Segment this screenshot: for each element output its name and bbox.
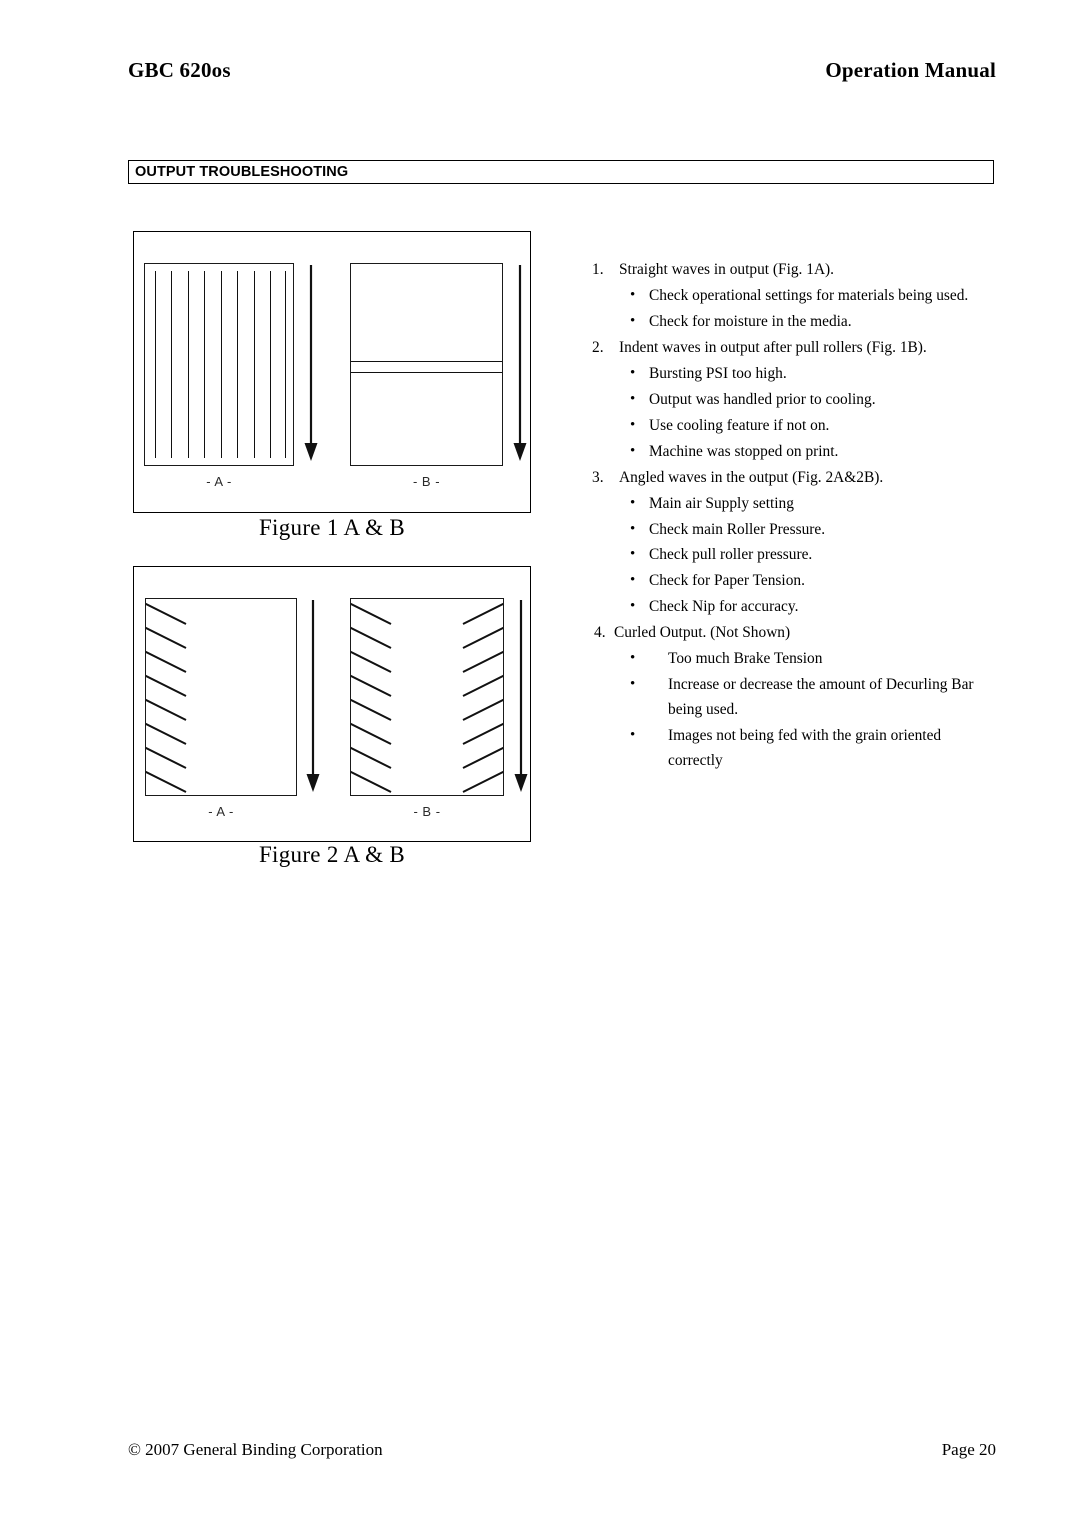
figure-1-panel-b-direction-arrow [511,263,529,468]
bullet-text: Check Nip for accuracy. [649,598,799,616]
bullet-text: Check for Paper Tension. [649,572,805,590]
bullet-text: Use cooling feature if not on. [649,416,830,434]
bullet-text: Check operational settings for materials… [649,286,969,304]
bullet-icon: • [630,390,636,407]
list-item: • Use cooling feature if not on. [592,414,996,439]
figure-1-panel-b-label: - B - [412,474,441,489]
bullet-text: Check pull roller pressure. [649,546,813,564]
list-item: • Check main Roller Pressure. [592,518,996,543]
list-item: • Output was handled prior to cooling. [592,388,996,413]
figure-1-frame: - A - - B - [133,231,531,513]
bullet-icon: • [630,572,636,589]
bullet-icon: • [630,494,636,511]
bullet-text: Too much Brake Tension [668,650,823,668]
item-3-number: 3. [592,468,604,486]
list-item: • Main air Supply setting [592,492,996,517]
bullet-icon: • [630,312,636,329]
figure-2-panel-a [145,598,297,796]
bullet-icon: • [630,442,636,459]
bullet-icon: • [630,286,636,303]
bullet-text: Bursting PSI too high. [649,364,787,382]
list-item: • Check for moisture in the media. [592,310,996,335]
bullet-text: Main air Supply setting [649,494,794,512]
item-4-text: Curled Output. (Not Shown) [614,624,791,642]
item-3-bullets: • Main air Supply setting • Check main R… [592,492,996,621]
troubleshooting-item-2: 2. Indent waves in output after pull rol… [592,336,996,361]
section-header-box: OUTPUT TROUBLESHOOTING [128,160,994,184]
list-item: • Machine was stopped on print. [592,440,996,465]
section-title: OUTPUT TROUBLESHOOTING [135,164,349,180]
bullet-icon: • [630,676,636,693]
list-item: • Images not being fed with the grain or… [592,724,996,774]
item-1-number: 1. [592,261,604,278]
bullet-icon: • [630,727,636,744]
item-1-text: Straight waves in output (Fig. 1A). [619,261,835,278]
item-2-bullets: • Bursting PSI too high. • Output was ha… [592,362,996,465]
bullet-text: Check main Roller Pressure. [649,520,826,538]
document-model-title: GBC 620os [128,58,231,82]
bullet-icon: • [630,598,636,615]
figure-2-panel-a-hatch [146,599,194,795]
figure-2-caption: Figure 2 A & B [258,842,406,867]
troubleshooting-item-1: 1. Straight waves in output (Fig. 1A). [592,258,996,283]
bullet-icon: • [630,364,636,381]
figure-2-panel-a-label: - A - [208,804,234,819]
list-item: • Too much Brake Tension [592,647,996,672]
figure-2-panel-b-hatch-right [455,599,503,795]
document-type-title: Operation Manual [825,58,996,82]
page-footer: © 2007 General Binding Corporation Page … [128,1440,996,1460]
item-4-number: 4. [594,624,606,642]
page-header: GBC 620os Operation Manual [128,58,996,83]
figure-1-panel-a-direction-arrow [302,263,320,468]
bullet-text: Images not being fed with the grain orie… [668,727,942,770]
figure-1-panel-a [144,263,294,466]
figure-1-panel-b [350,263,503,466]
figure-1-caption: Figure 1 A & B [258,515,406,540]
item-3-text: Angled waves in the output (Fig. 2A&2B). [619,468,884,486]
troubleshooting-item-3: 3. Angled waves in the output (Fig. 2A&2… [592,466,996,491]
bullet-icon: • [630,416,636,433]
bullet-text: Increase or decrease the amount of Decur… [668,676,974,719]
list-item: • Increase or decrease the amount of Dec… [592,673,996,723]
list-item: • Check for Paper Tension. [592,569,996,594]
figure-2-panel-a-direction-arrow [304,598,322,798]
bullet-text: Output was handled prior to cooling. [649,390,876,408]
bullet-icon: • [630,650,636,667]
item-2-number: 2. [592,338,604,356]
troubleshooting-list: 1. Straight waves in output (Fig. 1A). •… [592,258,996,775]
troubleshooting-item-4: 4. Curled Output. (Not Shown) [592,621,996,646]
figure-1-panel-a-label: - A - [206,474,232,489]
bullet-text: Machine was stopped on print. [649,442,839,460]
item-4-bullets: • Too much Brake Tension • Increase or d… [592,647,996,774]
figure-2-panel-b [350,598,504,796]
item-1-bullets: • Check operational settings for materia… [592,284,996,335]
page-number: Page 20 [941,1440,996,1459]
list-item: • Check Nip for accuracy. [592,595,996,620]
copyright-notice: © 2007 General Binding Corporation [128,1440,383,1459]
figure-2-panel-b-direction-arrow [512,598,530,798]
bullet-text: Check for moisture in the media. [649,312,852,330]
figure-2-frame: - A - - B - [133,566,531,842]
list-item: • Bursting PSI too high. [592,362,996,387]
bullet-icon: • [630,546,636,563]
item-2-text: Indent waves in output after pull roller… [619,338,927,356]
figure-2-panel-b-label: - B - [413,804,441,819]
list-item: • Check operational settings for materia… [592,284,996,309]
bullet-icon: • [630,520,636,537]
figure-2-panel-b-hatch-left [351,599,399,795]
list-item: • Check pull roller pressure. [592,543,996,568]
